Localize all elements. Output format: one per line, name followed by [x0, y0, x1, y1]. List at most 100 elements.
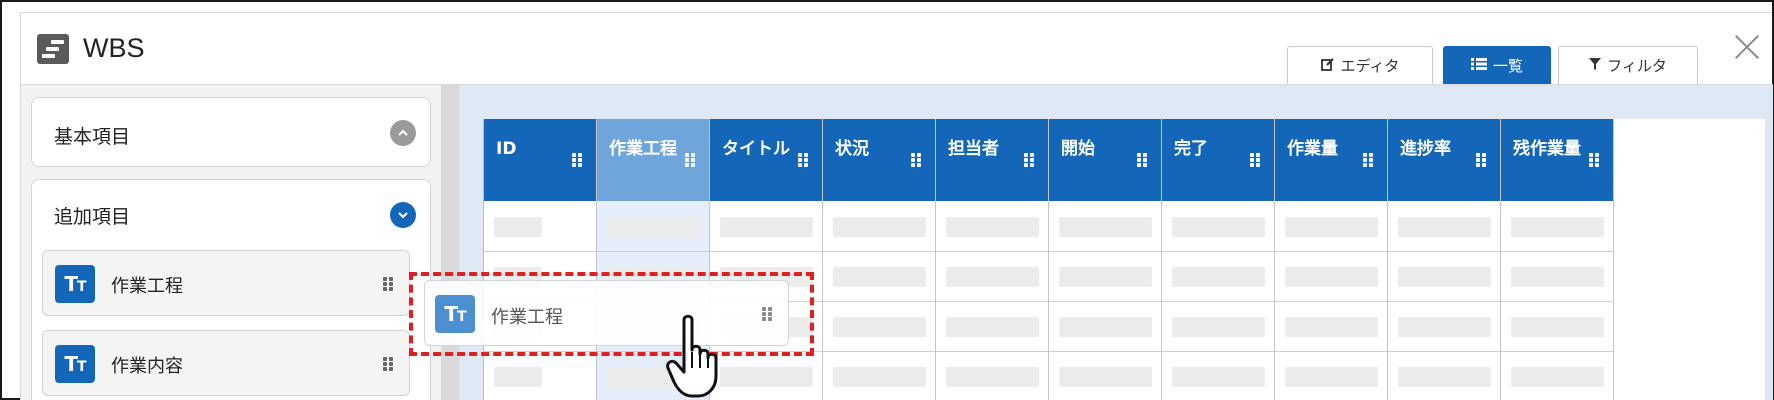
- column-header[interactable]: 状況: [823, 119, 935, 201]
- column-drag-handle-icon[interactable]: [1137, 153, 1147, 167]
- drag-ghost-item[interactable]: TT 作業工程: [424, 280, 789, 346]
- column-header[interactable]: 進捗率: [1388, 119, 1500, 201]
- column-cells: [1388, 201, 1500, 400]
- column-header[interactable]: タイトル: [710, 119, 822, 201]
- column-drag-handle-icon[interactable]: [572, 153, 582, 167]
- column-drag-handle-icon[interactable]: [911, 153, 921, 167]
- table-cell-placeholder: [1511, 267, 1604, 287]
- table-cell-placeholder: [1285, 317, 1378, 337]
- tab-editor[interactable]: エディタ: [1287, 46, 1433, 84]
- section-basic-fields[interactable]: 基本項目: [31, 97, 431, 167]
- wbs-window: WBS エディタ 一覧 フィルタ 基本項目 追加項目 T T 作業工程 T T …: [20, 12, 1773, 400]
- table-cell-placeholder: [833, 217, 926, 237]
- table-cell-placeholder: [833, 267, 926, 287]
- filter-icon: [1589, 57, 1602, 74]
- text-type-icon: TT: [55, 345, 95, 383]
- drag-handle-icon[interactable]: [383, 357, 393, 371]
- column-header[interactable]: 残作業量: [1501, 119, 1613, 201]
- table-cell-placeholder: [946, 217, 1039, 237]
- column-header[interactable]: ID: [484, 119, 596, 201]
- tab-filter-label: フィルタ: [1607, 57, 1667, 75]
- column-cells: [1162, 201, 1274, 400]
- table-cell-placeholder: [607, 217, 700, 237]
- table-cell-placeholder: [946, 367, 1039, 387]
- edit-icon: [1320, 57, 1335, 75]
- tab-list[interactable]: 一覧: [1443, 46, 1551, 84]
- field-item-content[interactable]: TT 作業内容: [42, 330, 410, 396]
- tab-filter[interactable]: フィルタ: [1558, 46, 1698, 84]
- table-cell-placeholder: [1285, 267, 1378, 287]
- screen-frame: WBS エディタ 一覧 フィルタ 基本項目 追加項目 T T 作業工程 T T …: [0, 0, 1774, 400]
- column-header[interactable]: 作業工程: [597, 119, 709, 201]
- table-cell-placeholder: [946, 317, 1039, 337]
- column-drag-handle-icon[interactable]: [1250, 153, 1260, 167]
- column-header-label: 残作業量: [1513, 139, 1581, 159]
- drag-handle-icon[interactable]: [383, 277, 393, 291]
- table-column: 完了: [1162, 119, 1275, 400]
- column-drag-handle-icon[interactable]: [798, 153, 808, 167]
- table-cell-placeholder: [833, 367, 926, 387]
- table-cell-placeholder: [1059, 267, 1152, 287]
- text-type-icon: TT: [435, 295, 475, 333]
- column-header[interactable]: 完了: [1162, 119, 1274, 201]
- table-cell-placeholder: [1511, 317, 1604, 337]
- column-header-label: ID: [496, 139, 517, 159]
- chevron-up-icon[interactable]: [390, 120, 416, 146]
- table-column: ID: [484, 119, 597, 400]
- table-cell-placeholder: [1398, 317, 1491, 337]
- drag-handle-icon: [762, 307, 772, 321]
- table-cell-placeholder: [1059, 317, 1152, 337]
- text-type-icon: TT: [55, 265, 95, 303]
- column-header-label: 進捗率: [1400, 139, 1451, 159]
- column-header-label: タイトル: [722, 139, 790, 159]
- table-cell-placeholder: [1511, 367, 1604, 387]
- column-header-label: 作業工程: [609, 139, 677, 159]
- close-icon[interactable]: [1733, 33, 1761, 61]
- column-cells: [1049, 201, 1161, 400]
- hand-cursor-icon: [666, 314, 718, 398]
- list-logo-icon: [37, 34, 69, 64]
- column-header[interactable]: 開始: [1049, 119, 1161, 201]
- tab-editor-label: エディタ: [1340, 57, 1400, 75]
- column-header-label: 状況: [835, 139, 869, 159]
- field-item-process[interactable]: TT 作業工程: [42, 250, 410, 316]
- column-drag-handle-icon[interactable]: [1024, 153, 1034, 167]
- table-column: 残作業量: [1501, 119, 1614, 400]
- table-column: 開始: [1049, 119, 1162, 400]
- table-cell-placeholder: [1172, 267, 1265, 287]
- table-cell-placeholder: [720, 217, 813, 237]
- table-cell-placeholder: [1285, 217, 1378, 237]
- table-cell-placeholder: [1059, 217, 1152, 237]
- column-header[interactable]: 作業量: [1275, 119, 1387, 201]
- column-cells: [1501, 201, 1613, 400]
- window-header: WBS エディタ 一覧 フィルタ: [21, 13, 1772, 84]
- field-item-label: 作業内容: [111, 356, 183, 377]
- table-cell-placeholder: [1059, 367, 1152, 387]
- section-extra-label: 追加項目: [54, 206, 131, 228]
- table-column: 担当者: [936, 119, 1049, 400]
- column-cells: [936, 201, 1048, 400]
- table-column: 作業量: [1275, 119, 1388, 400]
- table-column: 進捗率: [1388, 119, 1501, 400]
- column-drag-handle-icon[interactable]: [1476, 153, 1486, 167]
- table-cell-placeholder: [946, 267, 1039, 287]
- table-column: 状況: [823, 119, 936, 400]
- column-header-label: 開始: [1061, 139, 1095, 159]
- column-header[interactable]: 担当者: [936, 119, 1048, 201]
- tab-list-label: 一覧: [1492, 57, 1523, 75]
- table-cell-placeholder: [1172, 217, 1265, 237]
- column-header-label: 担当者: [948, 139, 999, 159]
- table-cell-placeholder: [1172, 367, 1265, 387]
- column-header-label: 完了: [1174, 139, 1208, 159]
- section-basic-label: 基本項目: [54, 126, 131, 148]
- section-extra-fields: 追加項目 TT 作業工程 TT 作業内容: [31, 179, 431, 400]
- column-drag-handle-icon[interactable]: [1363, 153, 1373, 167]
- chevron-down-icon[interactable]: [390, 202, 416, 228]
- table-cell-placeholder: [1398, 267, 1491, 287]
- column-cells: [823, 201, 935, 400]
- table-cell-placeholder: [494, 217, 542, 237]
- field-sidebar: 基本項目 追加項目 TT 作業工程 TT 作業内容: [21, 84, 441, 400]
- window-title: WBS: [83, 33, 145, 63]
- column-drag-handle-icon[interactable]: [685, 153, 695, 167]
- column-drag-handle-icon[interactable]: [1589, 153, 1599, 167]
